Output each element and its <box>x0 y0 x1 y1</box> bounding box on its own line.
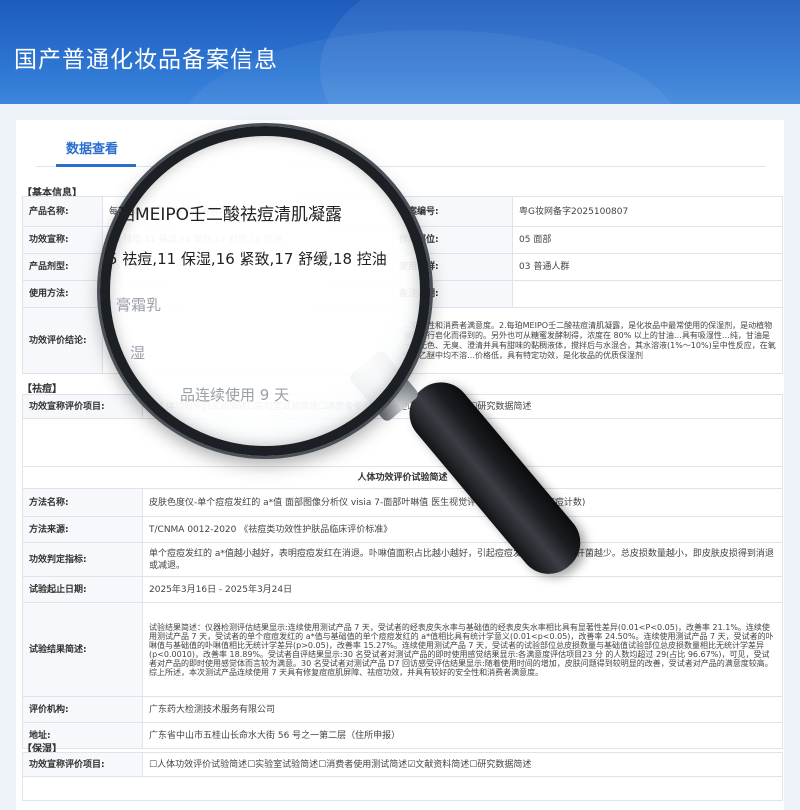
site-label: 作用部位: <box>392 226 513 254</box>
spacer-cell <box>22 776 783 801</box>
table-row: 功效判定指标: 单个痘痘发红的 a*值越小越好，表明痘痘发红在消退。卟啉值面积占… <box>22 542 783 577</box>
product-name-value: 每珀MEIPO壬二酸祛痘清肌凝露 <box>102 196 393 227</box>
group-label: 使用人群: <box>392 253 513 281</box>
moist-table: 功效宣称评价项目: ☐人体功效评价试验简述☐实验室试验简述☐消费者使用测试简述☑… <box>22 752 783 801</box>
acne-criteria-label: 功效判定指标: <box>22 542 143 577</box>
table-row: 功效宣称评价项目: ☐人体功效评价试验简述☐实验室试验简述☐消费者使用测试简述☑… <box>22 752 783 777</box>
conclusion-value: …安全性和消费者满意度。2.每珀MEIPO壬二酸祛痘清肌凝露，是化妆品中最常使用… <box>102 307 783 374</box>
table-row: 方法名称: 皮肤色度仪-单个痘痘发红的 a*值 面部图像分析仪 visia 7-… <box>22 488 783 517</box>
acne-method-label: 方法名称: <box>22 488 143 517</box>
acne-criteria-value: 单个痘痘发红的 a*值越小越好，表明痘痘发红在消退。卟啉值面积占比越小越好，引起… <box>142 542 783 577</box>
table-row <box>22 776 783 801</box>
method-value <box>102 280 393 308</box>
tab-bar: 数据查看 <box>36 120 766 167</box>
note-label: 备注说明: <box>392 280 513 308</box>
acne-result-label: 试验结果简述: <box>22 602 143 697</box>
table-row: 产品名称: 每珀MEIPO壬二酸祛痘清肌凝露 备案编号: 粤G妆网备字20251… <box>22 196 783 227</box>
table-row: 人体功效评价试验简述 <box>22 466 783 489</box>
acne-claim-options[interactable]: ☑人体功效评价试验简述☐实验室试验简述☐消费者使用测试简述☐文献资料简述☐研究数… <box>142 394 783 419</box>
moist-claim-label: 功效宣称评价项目: <box>22 752 143 777</box>
acne-method-value: 皮肤色度仪-单个痘痘发红的 a*值 面部图像分析仪 visia 7-面部叶啉值 … <box>142 488 783 517</box>
table-row: 功效评价结论: …安全性和消费者满意度。2.每珀MEIPO壬二酸祛痘清肌凝露，是… <box>22 307 783 374</box>
table-row: 地址: 广东省中山市五桂山长命水大街 56 号之一第二层（住所申报） <box>22 722 783 749</box>
acne-caption: 人体功效评价试验简述 <box>22 466 783 489</box>
tab-active-indicator <box>56 164 136 167</box>
table-row: 功效宣称评价项目: ☑人体功效评价试验简述☐实验室试验简述☐消费者使用测试简述☐… <box>22 394 783 419</box>
table-row: 评价机构: 广东药大检测技术服务有限公司 <box>22 696 783 723</box>
spacer-cell <box>22 418 783 467</box>
table-row <box>22 418 783 467</box>
conclusion-label: 功效评价结论: <box>22 307 103 374</box>
acne-claim-label: 功效宣称评价项目: <box>22 394 143 419</box>
site-value: 05 面部 <box>512 226 783 254</box>
form-value: 05 膏霜乳 <box>102 253 393 281</box>
note-value <box>512 280 783 308</box>
table-row: 功效宣称: 05 祛痘,11 保湿,16 紧致,17 舒缓,18 控油 作用部位… <box>22 226 783 254</box>
table-row: 使用方法: 备注说明: <box>22 280 783 308</box>
acne-source-label: 方法来源: <box>22 516 143 543</box>
acne-org-label: 评价机构: <box>22 696 143 723</box>
efficacy-value: 05 祛痘,11 保湿,16 紧致,17 舒缓,18 控油 <box>102 226 393 254</box>
page-title: 国产普通化妆品备案信息 <box>14 47 278 73</box>
group-value: 03 普通人群 <box>512 253 783 281</box>
product-name-label: 产品名称: <box>22 196 103 227</box>
acne-result-value: 试验结果简述：仪器检测评估结果显示:连续使用测试产品 7 天，受试者的经表皮失水… <box>142 602 783 697</box>
form-label: 产品剂型: <box>22 253 103 281</box>
tab-data-view[interactable]: 数据查看 <box>66 138 118 157</box>
record-no-label: 备案编号: <box>392 196 513 227</box>
efficacy-label: 功效宣称: <box>22 226 103 254</box>
acne-table: 功效宣称评价项目: ☑人体功效评价试验简述☐实验室试验简述☐消费者使用测试简述☐… <box>22 394 783 749</box>
header-banner: 国产普通化妆品备案信息 <box>0 0 800 104</box>
record-no-value: 粤G妆网备字2025100807 <box>512 196 783 227</box>
acne-dates-value: 2025年3月16日 - 2025年3月24日 <box>142 576 783 603</box>
section-title-acne: 【祛痘】 <box>22 384 62 395</box>
acne-dates-label: 试验起止日期: <box>22 576 143 603</box>
method-label: 使用方法: <box>22 280 103 308</box>
table-row: 方法来源: T/CNMA 0012-2020 《祛痘类功效性护肤品临床评价标准》 <box>22 516 783 543</box>
basic-info-table: 产品名称: 每珀MEIPO壬二酸祛痘清肌凝露 备案编号: 粤G妆网备字20251… <box>22 196 783 374</box>
acne-org-value: 广东药大检测技术服务有限公司 <box>142 696 783 723</box>
acne-source-value: T/CNMA 0012-2020 《祛痘类功效性护肤品临床评价标准》 <box>142 516 783 543</box>
table-row: 试验起止日期: 2025年3月16日 - 2025年3月24日 <box>22 576 783 603</box>
acne-address-value: 广东省中山市五桂山长命水大街 56 号之一第二层（住所申报） <box>142 722 783 749</box>
moist-claim-options[interactable]: ☐人体功效评价试验简述☐实验室试验简述☐消费者使用测试简述☑文献资料简述☐研究数… <box>142 752 783 777</box>
table-row: 试验结果简述: 试验结果简述：仪器检测评估结果显示:连续使用测试产品 7 天，受… <box>22 602 783 697</box>
table-row: 产品剂型: 05 膏霜乳 使用人群: 03 普通人群 <box>22 253 783 281</box>
